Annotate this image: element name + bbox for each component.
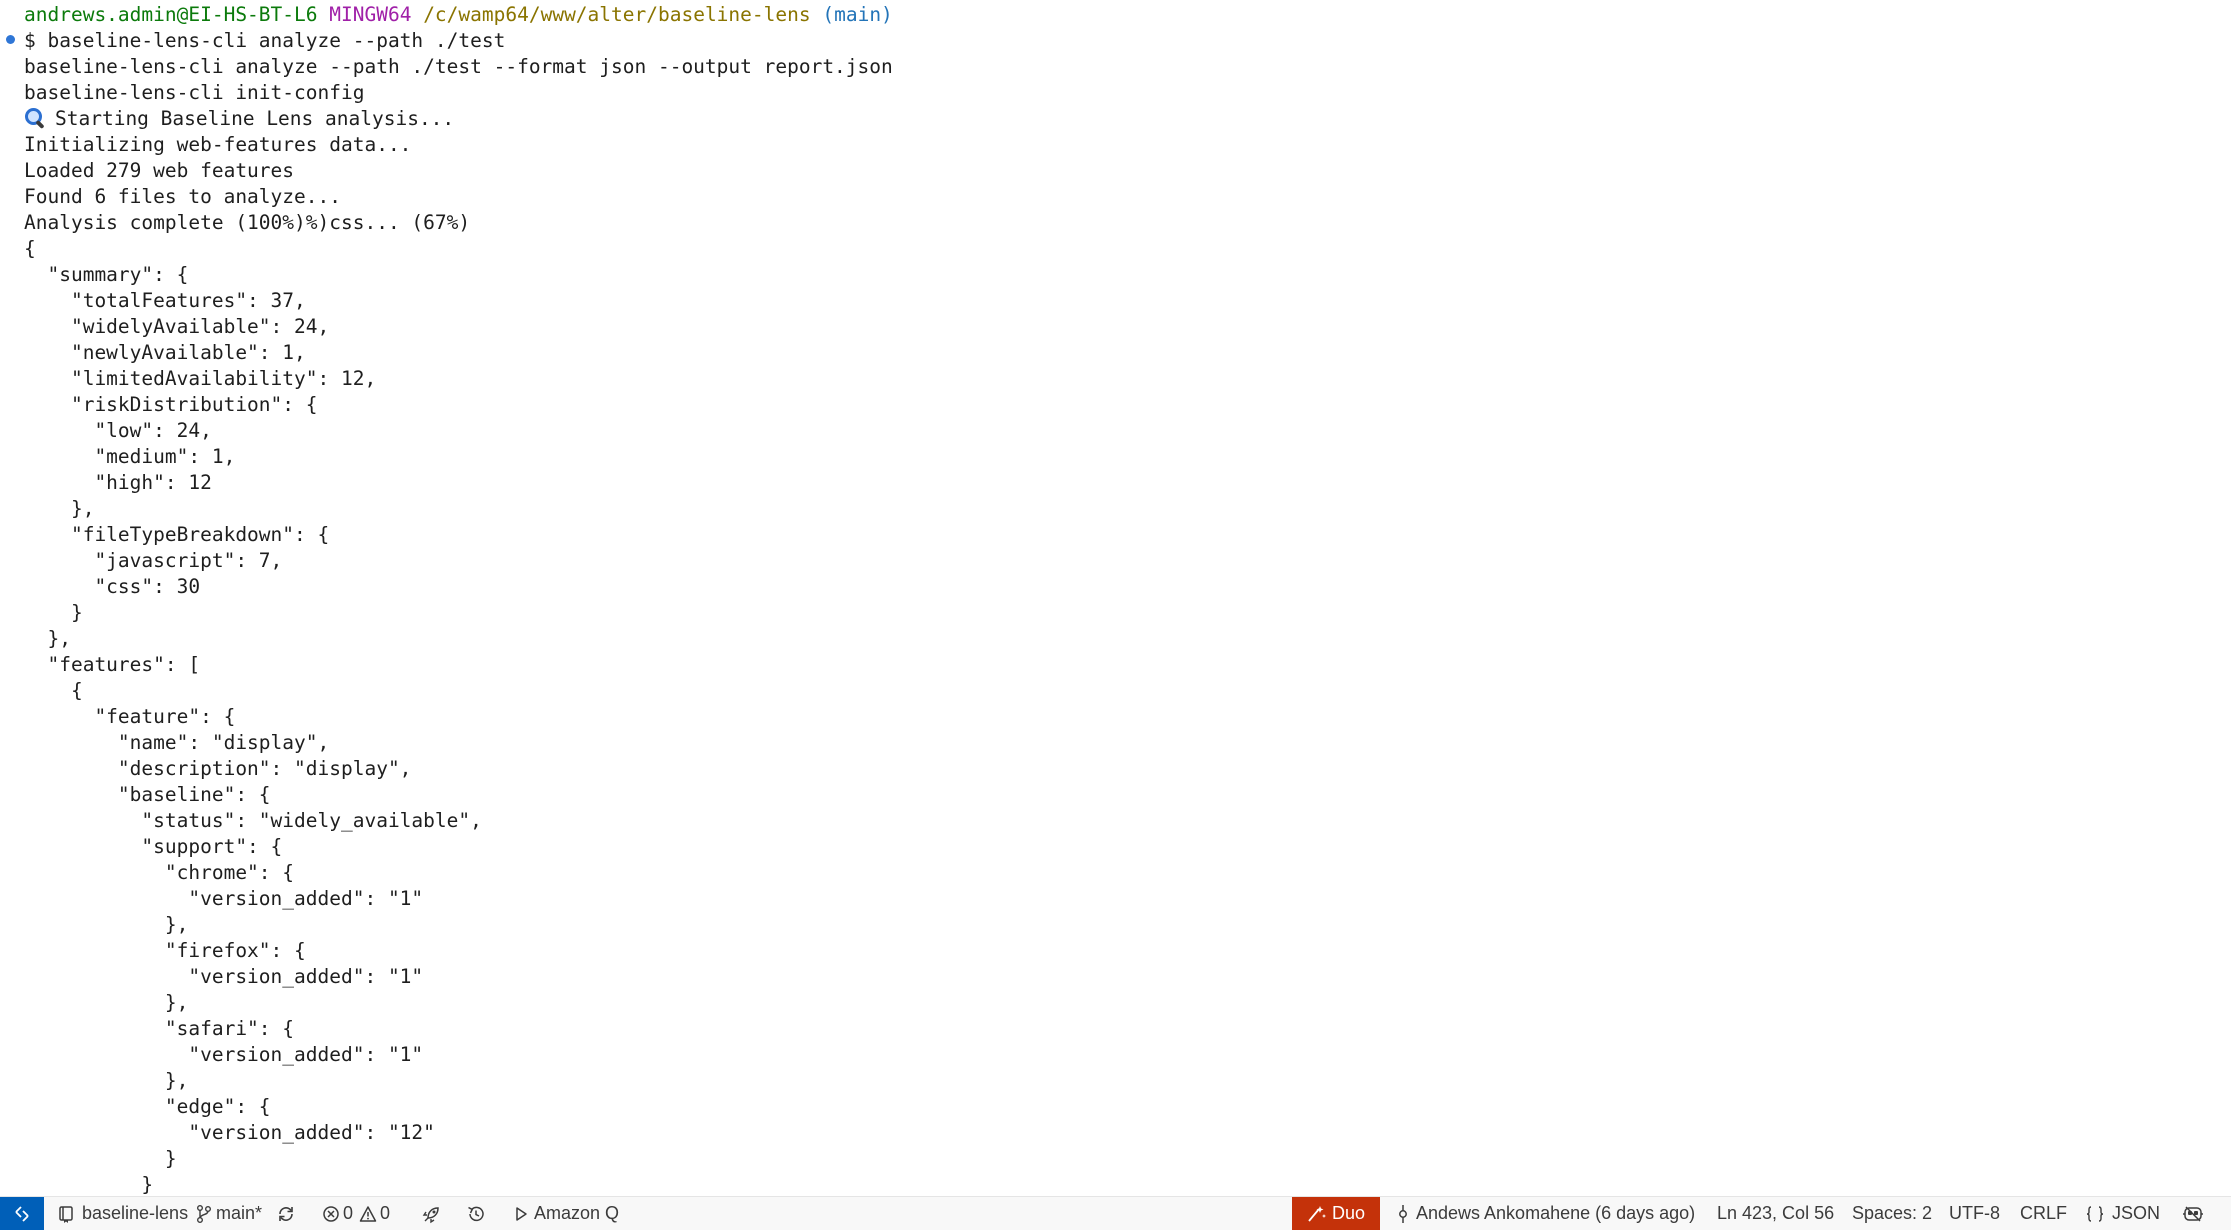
- terminal-line: "widelyAvailable": 24,: [24, 315, 330, 338]
- copilot-icon: [2183, 1205, 2203, 1222]
- terminal-line: {: [24, 237, 36, 260]
- sync-button[interactable]: [276, 1197, 296, 1230]
- terminal-line: "version_added": "12": [24, 1121, 435, 1144]
- terminal-line: "summary": {: [24, 263, 189, 286]
- remote-icon: [15, 1205, 29, 1222]
- prompt-path: /c/wamp64/www/alter/baseline-lens: [423, 3, 811, 26]
- magnifying-glass-icon: [24, 107, 46, 130]
- terminal-line: "safari": {: [24, 1017, 295, 1040]
- terminal-line: Analysis complete (100%)%)css... (67%): [24, 211, 471, 234]
- terminal-line: },: [24, 627, 71, 650]
- status-bar: baseline-lens main* 0 0 Amazon Q Duo And…: [0, 1196, 2231, 1230]
- warning-count: 0: [380, 1203, 391, 1223]
- repo-icon: [59, 1205, 73, 1223]
- terminal-line: "totalFeatures": 37,: [24, 289, 306, 312]
- terminal-line: },: [24, 497, 95, 520]
- warning-icon: [359, 1205, 377, 1222]
- command-decoration-dot[interactable]: [6, 35, 15, 44]
- terminal-line: "edge": {: [24, 1095, 271, 1118]
- terminal-line: }: [24, 1173, 154, 1196]
- language-text: JSON: [2112, 1203, 2161, 1223]
- terminal-line: "limitedAvailability": 12,: [24, 367, 377, 390]
- terminal-line: Loaded 279 web features: [24, 159, 295, 182]
- encoding-text: UTF-8: [1949, 1203, 2000, 1223]
- deploy-button[interactable]: [422, 1197, 442, 1230]
- amazon-q-label: Amazon Q: [534, 1203, 620, 1223]
- cursor-position[interactable]: Ln 423, Col 56: [1717, 1197, 1834, 1230]
- sync-icon: [279, 1206, 293, 1221]
- play-icon: [516, 1206, 527, 1221]
- terminal-line: baseline-lens-cli analyze --path ./test …: [24, 55, 893, 78]
- terminal-line: baseline-lens-cli init-config: [24, 81, 365, 104]
- terminal-line: },: [24, 991, 189, 1014]
- error-count: 0: [343, 1203, 354, 1223]
- terminal-line: "version_added": "1": [24, 1043, 424, 1066]
- terminal-line-text: Starting Baseline Lens analysis...: [55, 107, 455, 130]
- git-branch-icon: [197, 1204, 211, 1223]
- encoding-selector[interactable]: UTF-8: [1949, 1197, 2000, 1230]
- terminal-line: "firefox": {: [24, 939, 306, 962]
- history-button[interactable]: [466, 1197, 486, 1230]
- terminal-line: "status": "widely_available",: [24, 809, 482, 832]
- terminal-line: "version_added": "1": [24, 887, 424, 910]
- terminal-line: Found 6 files to analyze...: [24, 185, 341, 208]
- terminal-line: "fileTypeBreakdown": {: [24, 523, 330, 546]
- prompt-system: MINGW64: [329, 3, 412, 26]
- branch-status-item[interactable]: main*: [196, 1197, 262, 1230]
- blame-status-item[interactable]: Andews Ankomahene (6 days ago): [1396, 1197, 1695, 1230]
- amazon-q-button[interactable]: Amazon Q: [514, 1197, 619, 1230]
- problems-status-item[interactable]: 0 0: [322, 1197, 390, 1230]
- blame-text: Andews Ankomahene (6 days ago): [1416, 1203, 1696, 1223]
- terminal-line: },: [24, 913, 189, 936]
- duo-button[interactable]: Duo: [1292, 1197, 1380, 1230]
- language-mode-selector[interactable]: JSON: [2085, 1197, 2160, 1230]
- terminal-line: "high": 12: [24, 471, 212, 494]
- error-icon: [323, 1205, 339, 1222]
- terminal-line: "support": {: [24, 835, 283, 858]
- history-icon: [468, 1206, 484, 1221]
- terminal-line: "javascript": 7,: [24, 549, 283, 572]
- prompt-branch: (main): [822, 3, 893, 26]
- terminal-line: },: [24, 1069, 189, 1092]
- terminal-line: "medium": 1,: [24, 445, 236, 468]
- rocket-icon: [422, 1206, 439, 1223]
- terminal-line: "baseline": {: [24, 783, 271, 806]
- eol-selector[interactable]: CRLF: [2020, 1197, 2067, 1230]
- terminal-line: }: [24, 601, 83, 624]
- terminal-line: "chrome": {: [24, 861, 295, 884]
- terminal-line: {: [24, 679, 83, 702]
- terminal-line: "css": 30: [24, 575, 201, 598]
- repo-status-item[interactable]: baseline-lens: [58, 1197, 188, 1230]
- shell-prompt: andrews.admin@EI-HS-BT-L6 MINGW64 /c/wam…: [24, 2, 893, 28]
- indentation-selector[interactable]: Spaces: 2: [1852, 1197, 1932, 1230]
- repo-name: baseline-lens: [82, 1203, 189, 1223]
- terminal-line: "feature": {: [24, 705, 236, 728]
- branch-name: main*: [216, 1203, 263, 1223]
- terminal-line: Initializing web-features data...: [24, 133, 412, 156]
- terminal-line: }: [24, 1147, 177, 1170]
- terminal-line-with-icon: Starting Baseline Lens analysis...: [24, 106, 454, 132]
- terminal-line: "low": 24,: [24, 419, 212, 442]
- duo-icon: [1308, 1205, 1326, 1222]
- eol-text: CRLF: [2020, 1203, 2068, 1223]
- terminal-line: "riskDistribution": {: [24, 393, 318, 416]
- cursor-position-text: Ln 423, Col 56: [1717, 1203, 1835, 1223]
- terminal-line: "name": "display",: [24, 731, 330, 754]
- prompt-user-host: andrews.admin@EI-HS-BT-L6: [24, 3, 318, 26]
- duo-label: Duo: [1331, 1203, 1366, 1223]
- terminal-line: $ baseline-lens-cli analyze --path ./tes…: [24, 29, 506, 52]
- terminal-line: "newlyAvailable": 1,: [24, 341, 306, 364]
- terminal-line: "description": "display",: [24, 757, 412, 780]
- braces-icon: [2086, 1205, 2104, 1222]
- git-commit-icon: [1399, 1204, 1407, 1223]
- terminal-line: "version_added": "1": [24, 965, 424, 988]
- indentation-text: Spaces: 2: [1852, 1203, 1933, 1223]
- copilot-status-button[interactable]: [2182, 1197, 2204, 1230]
- terminal-panel[interactable]: andrews.admin@EI-HS-BT-L6 MINGW64 /c/wam…: [0, 0, 2231, 1196]
- terminal-line: "features": [: [24, 653, 201, 676]
- remote-indicator[interactable]: [0, 1197, 44, 1230]
